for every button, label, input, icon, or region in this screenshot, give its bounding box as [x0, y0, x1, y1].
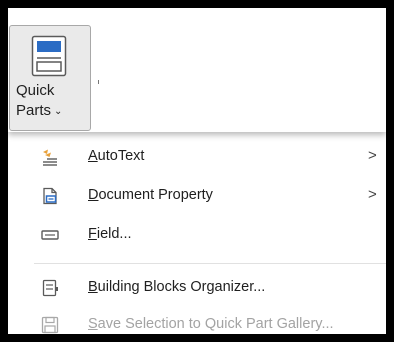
menu-item-label: Save Selection to Quick Part Gallery...: [88, 316, 334, 332]
menu-item-label: Field...: [88, 226, 132, 242]
field-icon: [41, 230, 59, 240]
document-property-icon: [43, 187, 57, 205]
building-blocks-icon: [42, 279, 58, 297]
save-selection-icon: [41, 316, 59, 334]
quick-parts-menu: AutoText > Document Property > Field...: [8, 132, 386, 334]
menu-item-label: AutoText: [88, 148, 145, 164]
menu-item-save-selection: Save Selection to Quick Part Gallery...: [8, 307, 386, 334]
menu-item-autotext[interactable]: AutoText >: [8, 139, 386, 175]
quick-parts-button[interactable]: Quick Parts ⌄: [9, 25, 91, 131]
submenu-arrow-icon: >: [368, 186, 377, 203]
ribbon-area: Quick Parts ⌄: [8, 8, 386, 132]
menu-item-field[interactable]: Field...: [8, 217, 386, 253]
menu-item-label: Building Blocks Organizer...: [88, 279, 266, 295]
quick-parts-panel: Quick Parts ⌄ AutoText > Document Proper…: [8, 8, 386, 334]
menu-divider: [34, 263, 386, 264]
quick-parts-label-line2: Parts ⌄: [16, 102, 63, 119]
submenu-arrow-icon: >: [368, 147, 377, 164]
ribbon-separator-mark: [98, 80, 99, 84]
chevron-down-icon: ⌄: [54, 106, 63, 117]
menu-item-document-property[interactable]: Document Property >: [8, 178, 386, 214]
autotext-icon: [43, 149, 57, 166]
menu-item-label: Document Property: [88, 187, 213, 203]
menu-item-building-blocks-organizer[interactable]: Building Blocks Organizer...: [8, 270, 386, 306]
quick-parts-icon: [31, 35, 67, 77]
quick-parts-label-line1: Quick: [16, 82, 55, 99]
